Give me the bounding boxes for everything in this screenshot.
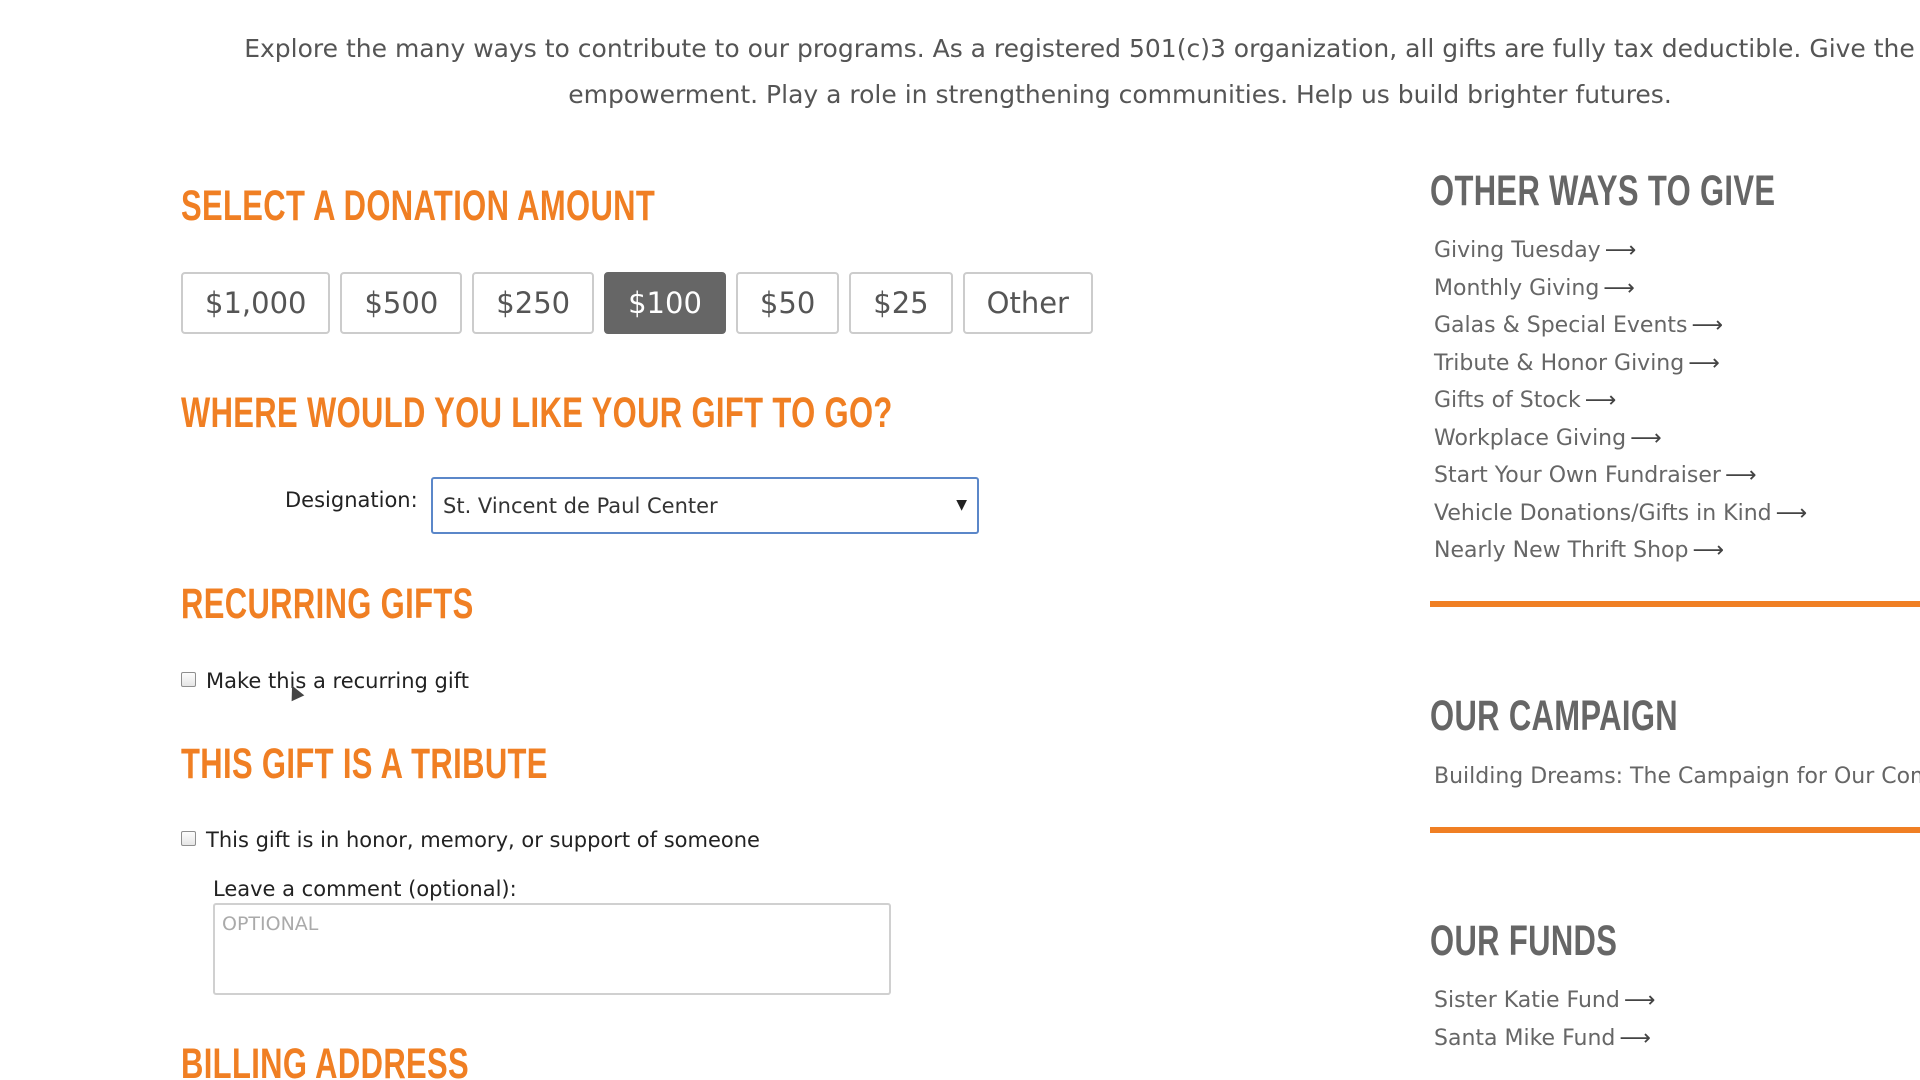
sidebar-link-label: Tribute & Honor Giving (1434, 350, 1685, 376)
sidebar-link-label: Galas & Special Events (1434, 313, 1688, 338)
sidebar-link-label: Gifts of Stock (1434, 388, 1581, 413)
designation-select[interactable]: St. Vincent de Paul Center ▼ (431, 477, 979, 534)
sidebar-link[interactable]: Vehicle Donations/Gifts in Kind ⟶ (1434, 501, 1807, 539)
designation-heading: Where would you like your gift to go? (181, 389, 893, 437)
amount-button[interactable]: $25 (849, 272, 953, 334)
sidebar-link[interactable]: Sister Katie Fund ⟶ (1434, 988, 1655, 1026)
recurring-heading: Recurring Gifts (181, 580, 474, 628)
recurring-checkbox-label: Make this a recurring gift (206, 669, 469, 693)
comment-textarea[interactable] (213, 903, 891, 995)
amount-button[interactable]: $250 (472, 272, 595, 334)
arrow-right-icon: ⟶ (1630, 425, 1662, 451)
sidebar-link[interactable]: Nearly New Thrift Shop ⟶ (1434, 538, 1807, 576)
sidebar-link[interactable]: Galas & Special Events ⟶ (1434, 313, 1807, 351)
sidebar-link-label: Workplace Giving (1434, 425, 1627, 451)
designation-selected-value: St. Vincent de Paul Center (443, 493, 718, 518)
donation-amount-group: $1,000 $500 $250 $100 $50 $25 Other (181, 272, 1093, 334)
comment-label: Leave a comment (optional): (213, 877, 517, 901)
sidebar-link[interactable]: Giving Tuesday ⟶ (1434, 238, 1807, 276)
sidebar-link-label: Start Your Own Fundraiser (1434, 463, 1721, 488)
arrow-right-icon: ⟶ (1775, 500, 1808, 526)
funds-list: Sister Katie Fund ⟶ Santa Mike Fund ⟶ (1434, 988, 1655, 1063)
arrow-right-icon: ⟶ (1688, 350, 1720, 376)
funds-heading: Our Funds (1430, 917, 1618, 965)
sidebar-link[interactable]: Tribute & Honor Giving ⟶ (1434, 351, 1807, 389)
recurring-checkbox[interactable] (181, 671, 196, 687)
sidebar-link-label: Vehicle Donations/Gifts in Kind (1434, 500, 1772, 526)
intro-text: Explore the many ways to contribute to o… (0, 26, 1920, 118)
arrow-right-icon: ⟶ (1603, 275, 1635, 301)
arrow-right-icon: ⟶ (1619, 1025, 1651, 1051)
sidebar-link-label: Nearly New Thrift Shop (1434, 538, 1689, 563)
chevron-down-icon: ▼ (956, 497, 967, 513)
arrow-right-icon: ⟶ (1623, 988, 1656, 1013)
amount-button[interactable]: $50 (735, 272, 840, 334)
arrow-right-icon: ⟶ (1691, 313, 1724, 338)
donation-amount-heading: Select a Donation Amount (181, 182, 656, 230)
arrow-right-icon: ⟶ (1724, 463, 1757, 488)
sidebar-link-label: Monthly Giving (1434, 275, 1600, 301)
sidebar-link[interactable]: Workplace Giving ⟶ (1434, 426, 1807, 464)
amount-button[interactable]: $100 (604, 272, 726, 334)
tribute-checkbox-row[interactable]: This gift is in honor, memory, or suppor… (181, 828, 760, 852)
amount-button[interactable]: $1,000 (181, 272, 331, 334)
recurring-checkbox-row[interactable]: Make this a recurring gift (181, 669, 469, 693)
arrow-right-icon: ⟶ (1584, 388, 1617, 413)
intro-line-2: empowerment. Play a role in strengthenin… (568, 80, 1672, 109)
sidebar-divider (1430, 601, 1920, 607)
intro-line-1: Explore the many ways to contribute to o… (244, 34, 1920, 63)
sidebar-link[interactable]: Monthly Giving ⟶ (1434, 276, 1807, 314)
arrow-right-icon: ⟶ (1604, 238, 1637, 263)
tribute-checkbox[interactable] (181, 830, 196, 846)
amount-button[interactable]: $500 (340, 272, 463, 334)
campaign-heading: Our Campaign (1430, 692, 1678, 740)
billing-heading: Billing Address (181, 1040, 470, 1080)
sidebar-link[interactable]: Santa Mike Fund ⟶ (1434, 1026, 1655, 1064)
sidebar-link-label: Giving Tuesday (1434, 238, 1601, 263)
sidebar-divider (1430, 827, 1920, 833)
other-ways-heading: Other Ways to Give (1430, 167, 1776, 215)
sidebar-link[interactable]: Start Your Own Fundraiser ⟶ (1434, 463, 1807, 501)
designation-label: Designation: (285, 488, 418, 512)
arrow-right-icon: ⟶ (1692, 538, 1725, 563)
donation-page: Explore the many ways to contribute to o… (0, 0, 1920, 1080)
campaign-text: Building Dreams: The Campaign for Our Co… (1434, 764, 1920, 789)
amount-button[interactable]: Other (962, 272, 1093, 334)
sidebar-link-label: Sister Katie Fund (1434, 988, 1620, 1013)
other-ways-list: Giving Tuesday ⟶ Monthly Giving ⟶ Galas & Sp… (1434, 238, 1807, 576)
sidebar-link-label: Santa Mike Fund (1434, 1025, 1616, 1051)
tribute-checkbox-label: This gift is in honor, memory, or suppor… (206, 828, 760, 852)
sidebar-link[interactable]: Gifts of Stock ⟶ (1434, 388, 1807, 426)
tribute-heading: This Gift Is a Tribute (181, 740, 548, 788)
